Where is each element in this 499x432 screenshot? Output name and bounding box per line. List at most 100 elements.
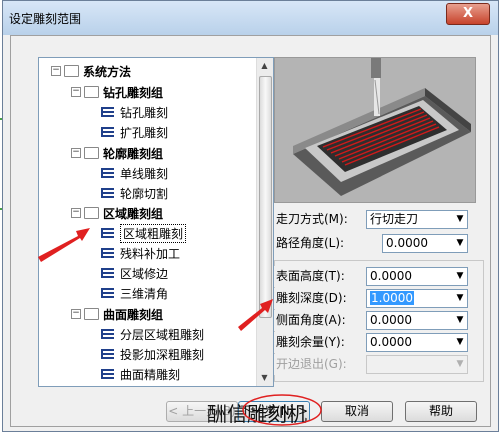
title-bar: 设定雕刻范围 X <box>3 1 498 35</box>
cancel-button[interactable]: 取消 <box>321 401 393 422</box>
tree-item-contour-cut[interactable]: 轮廓切割 <box>101 184 168 202</box>
method-icon <box>101 248 114 258</box>
watermark-text: 酬信雕刻机 <box>207 402 307 426</box>
method-icon <box>101 127 114 137</box>
chevron-down-icon[interactable]: ▼ <box>453 290 467 307</box>
surface-height-row: 表面高度(T): 0.0000 ▼ <box>274 266 484 287</box>
tree-label: 区域修边 <box>120 266 169 281</box>
tree-label: 投影加深粗雕刻 <box>120 347 205 362</box>
tree-node-contour-group[interactable]: − 轮廓雕刻组 <box>71 144 163 162</box>
disabled-row: 开边退出(G): ▼ <box>274 354 484 375</box>
method-icon <box>101 228 114 238</box>
path-angle-row: 路径角度(L): 0.0000 ▼ <box>274 233 484 254</box>
surface-height-value: 0.0000 <box>370 269 412 283</box>
chevron-down-icon: ▼ <box>456 359 464 369</box>
method-icon <box>101 107 114 117</box>
tree-item-layered-rough[interactable]: 分层区域粗雕刻 <box>101 325 204 343</box>
tree-node-area-group[interactable]: − 区域雕刻组 <box>71 204 163 222</box>
collapse-icon[interactable]: − <box>71 309 81 319</box>
pocket-illustration <box>275 58 475 202</box>
dialog-window: 设定雕刻范围 X − 系统方法 − 钻孔雕刻组 钻孔雕刻 扩孔雕刻 − 轮廓雕刻… <box>2 0 499 432</box>
scroll-up-icon[interactable]: ▲ <box>259 60 270 72</box>
method-icon <box>101 268 114 278</box>
method-icon <box>101 288 114 298</box>
tree-item-drill[interactable]: 钻孔雕刻 <box>101 103 168 121</box>
chevron-down-icon[interactable]: ▼ <box>453 235 467 252</box>
tree-node-drill-group[interactable]: − 钻孔雕刻组 <box>71 83 163 101</box>
chevron-down-icon[interactable]: ▼ <box>453 334 467 351</box>
depth-value: 1.0000 <box>370 291 414 305</box>
collapse-icon[interactable]: − <box>51 66 61 76</box>
help-button[interactable]: 帮助 <box>405 401 477 422</box>
surface-height-combo[interactable]: 0.0000 ▼ <box>366 267 468 286</box>
allowance-combo[interactable]: 0.0000 ▼ <box>366 333 468 352</box>
tree-label: 残料补加工 <box>120 246 181 261</box>
method-icon <box>101 329 114 339</box>
folder-icon <box>64 65 79 77</box>
allowance-row: 雕刻余量(Y): 0.0000 ▼ <box>274 332 484 353</box>
tree-item-surface-finish[interactable]: 曲面精雕刻 <box>101 365 180 383</box>
collapse-icon[interactable]: − <box>71 208 81 218</box>
method-icon <box>101 188 114 198</box>
dialog-body: − 系统方法 − 钻孔雕刻组 钻孔雕刻 扩孔雕刻 − 轮廓雕刻组 单线雕刻 轮廓… <box>10 35 491 427</box>
tree-item-ream[interactable]: 扩孔雕刻 <box>101 123 168 141</box>
side-angle-value: 0.0000 <box>370 313 412 327</box>
tree-label: 轮廓雕刻组 <box>103 146 164 161</box>
method-tree[interactable]: − 系统方法 − 钻孔雕刻组 钻孔雕刻 扩孔雕刻 − 轮廓雕刻组 单线雕刻 轮廓… <box>38 57 274 387</box>
tree-item-area-trim[interactable]: 区域修边 <box>101 264 168 282</box>
folder-icon <box>84 147 99 159</box>
method-icon <box>101 369 114 379</box>
folder-icon <box>84 207 99 219</box>
tree-label: 系统方法 <box>83 64 132 79</box>
folder-icon <box>84 308 99 320</box>
collapse-icon[interactable]: − <box>71 148 81 158</box>
tree-scrollbar[interactable]: ▲ ▼ <box>256 58 273 386</box>
tree-label: 曲面精雕刻 <box>120 367 181 382</box>
tree-label: 单线雕刻 <box>120 166 169 181</box>
side-angle-combo[interactable]: 0.0000 ▼ <box>366 311 468 330</box>
scroll-thumb[interactable] <box>259 76 272 318</box>
tree-item-rest-machining[interactable]: 残料补加工 <box>101 244 180 262</box>
tree-item-3d-corner[interactable]: 三维清角 <box>101 284 168 302</box>
tree-label: 轮廓切割 <box>120 186 169 201</box>
tree-item-single-line[interactable]: 单线雕刻 <box>101 164 168 182</box>
tool-path-combo[interactable]: 行切走刀 ▼ <box>366 210 468 229</box>
surface-height-label: 表面高度(T): <box>274 266 347 287</box>
tool-path-label: 走刀方式(M): <box>274 209 350 230</box>
method-icon <box>101 349 114 359</box>
side-angle-label: 侧面角度(A): <box>274 310 348 331</box>
tree-label: 钻孔雕刻 <box>120 105 169 120</box>
disabled-label: 开边退出(G): <box>274 354 349 375</box>
disabled-combo: ▼ <box>366 355 468 374</box>
collapse-icon[interactable]: − <box>71 87 81 97</box>
method-icon <box>101 168 114 178</box>
tree-item-area-rough[interactable]: 区域粗雕刻 <box>101 223 187 243</box>
chevron-down-icon[interactable]: ▼ <box>453 211 467 228</box>
depth-combo[interactable]: 1.0000 ▼ <box>366 289 468 308</box>
tree-item-projection-rough[interactable]: 投影加深粗雕刻 <box>101 345 204 363</box>
window-title: 设定雕刻范围 <box>9 12 82 26</box>
tree-node-root[interactable]: − 系统方法 <box>51 62 131 80</box>
tree-label: 三维清角 <box>120 286 169 301</box>
close-button[interactable]: X <box>446 3 490 25</box>
allowance-label: 雕刻余量(Y): <box>274 332 347 353</box>
depth-label: 雕刻深度(D): <box>274 288 349 309</box>
tool-path-row: 走刀方式(M): 行切走刀 ▼ <box>274 209 484 230</box>
tree-label: 曲面雕刻组 <box>103 307 164 322</box>
side-angle-row: 侧面角度(A): 0.0000 ▼ <box>274 310 484 331</box>
tool-path-value: 行切走刀 <box>370 212 419 226</box>
tree-label: 钻孔雕刻组 <box>103 85 164 100</box>
tree-node-surface-group[interactable]: − 曲面雕刻组 <box>71 305 163 323</box>
path-angle-combo[interactable]: 0.0000 ▼ <box>382 234 468 253</box>
allowance-value: 0.0000 <box>370 335 412 349</box>
path-angle-label: 路径角度(L): <box>274 233 347 254</box>
toolpath-preview <box>274 57 476 203</box>
chevron-down-icon[interactable]: ▼ <box>453 268 467 285</box>
depth-row: 雕刻深度(D): 1.0000 ▼ <box>274 288 484 309</box>
scroll-down-icon[interactable]: ▼ <box>259 372 270 384</box>
chevron-down-icon[interactable]: ▼ <box>453 312 467 329</box>
folder-icon <box>84 86 99 98</box>
tree-label-selected: 区域粗雕刻 <box>120 223 187 243</box>
path-angle-value: 0.0000 <box>386 236 428 250</box>
tree-label: 扩孔雕刻 <box>120 125 169 140</box>
